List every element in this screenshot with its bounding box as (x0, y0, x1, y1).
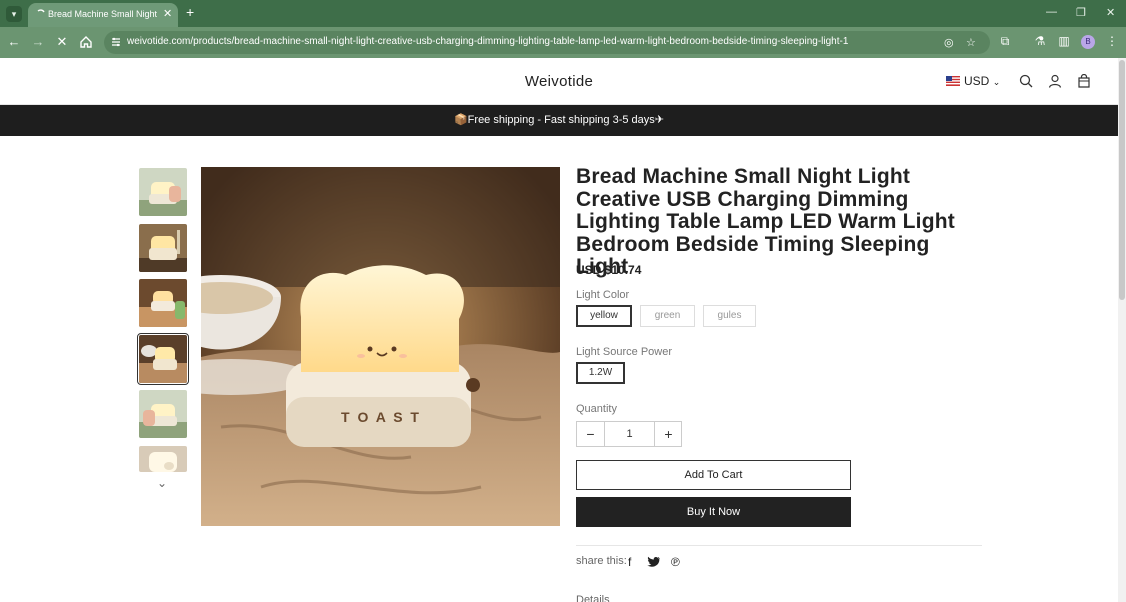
chevron-down-icon: ⌄ (992, 77, 1001, 87)
thumbnail-1[interactable] (139, 168, 187, 216)
decrease-quantity-button[interactable]: − (577, 422, 604, 446)
product-title: Bread Machine Small Night Light Creative… (576, 165, 955, 278)
side-panel-icon[interactable]: ▥ (1056, 34, 1072, 50)
site-info-icon[interactable] (110, 36, 122, 48)
stop-loading-icon[interactable]: ✕ (54, 34, 70, 50)
page-content: Weivotide USD ⌄ 📦Free shipping - Fast sh… (0, 58, 1118, 602)
tab-title: Bread Machine Small Night Light (48, 9, 160, 19)
announcement-bar: 📦Free shipping - Fast shipping 3-5 days✈ (0, 105, 1118, 136)
product-main-image[interactable]: T O A S T (201, 167, 560, 526)
divider (576, 545, 982, 546)
thumbnail-3[interactable] (139, 279, 187, 327)
twitter-icon[interactable] (647, 556, 661, 568)
extensions-icon[interactable]: ⧉ (997, 34, 1013, 50)
eye-off-icon[interactable]: ◎ (944, 36, 954, 49)
browser-tab-bar: ▾ Bread Machine Small Night Light ✕ + — … (0, 0, 1126, 27)
scrollbar-thumb[interactable] (1119, 60, 1125, 300)
buy-it-now-button[interactable]: Buy It Now (576, 497, 851, 527)
color-option-yellow[interactable]: yellow (576, 305, 632, 327)
bookmark-star-icon[interactable]: ☆ (966, 36, 976, 49)
thumbnail-2[interactable] (139, 224, 187, 272)
address-bar[interactable]: weivotide.com/products/bread-machine-sma… (104, 31, 990, 54)
thumbnail-6[interactable] (139, 446, 187, 472)
thumbnail-5[interactable] (139, 390, 187, 438)
power-option-1-2w[interactable]: 1.2W (576, 362, 625, 384)
color-option-gules[interactable]: gules (703, 305, 756, 327)
restore-icon[interactable]: ❐ (1076, 6, 1086, 19)
minimize-icon[interactable]: — (1046, 6, 1057, 18)
scrollbar[interactable] (1118, 58, 1126, 602)
increase-quantity-button[interactable]: + (655, 422, 682, 446)
light-color-label: Light Color (576, 289, 630, 301)
add-to-cart-button[interactable]: Add To Cart (576, 460, 851, 490)
quantity-label: Quantity (576, 403, 617, 415)
facebook-icon[interactable]: f (628, 555, 631, 569)
back-icon[interactable]: ← (6, 34, 22, 50)
currency-selector[interactable]: USD ⌄ (964, 74, 1000, 88)
lab-icon[interactable]: ⚗ (1032, 34, 1048, 50)
share-label: share this: (576, 555, 627, 567)
window-close-icon[interactable]: ✕ (1106, 6, 1115, 19)
profile-avatar[interactable]: B (1081, 35, 1095, 49)
loading-icon (37, 9, 45, 13)
cart-icon[interactable] (1077, 74, 1091, 88)
browser-toolbar: ← → ✕ weivotide.com/products/bread-machi… (0, 27, 1126, 58)
light-source-power-label: Light Source Power (576, 346, 672, 358)
quantity-stepper: − 1 + (576, 421, 682, 447)
toast-text: T O A S T (341, 409, 421, 425)
us-flag-icon (946, 76, 960, 86)
home-icon[interactable] (78, 34, 94, 50)
close-tab-icon[interactable]: ✕ (163, 7, 172, 20)
pinterest-icon[interactable]: ℗ (671, 555, 680, 569)
site-header: Weivotide USD ⌄ (0, 58, 1118, 105)
new-tab-icon[interactable]: + (186, 4, 194, 20)
more-menu-icon[interactable]: ⋮ (1104, 34, 1120, 50)
search-icon[interactable] (1019, 74, 1033, 88)
tab-search-icon[interactable]: ▾ (6, 6, 22, 22)
forward-icon[interactable]: → (30, 34, 46, 50)
thumbnails-next-icon[interactable]: ⌄ (157, 476, 167, 490)
details-heading[interactable]: Details (576, 594, 610, 602)
quantity-input[interactable]: 1 (604, 422, 655, 446)
browser-tab[interactable]: Bread Machine Small Night Light ✕ (28, 3, 178, 27)
currency-label: USD (964, 74, 990, 88)
url-text: weivotide.com/products/bread-machine-sma… (127, 36, 849, 47)
thumbnail-4-selected[interactable] (137, 333, 189, 385)
account-icon[interactable] (1048, 74, 1062, 88)
product-price: USD $10.74 (576, 263, 642, 277)
color-option-green[interactable]: green (640, 305, 695, 327)
